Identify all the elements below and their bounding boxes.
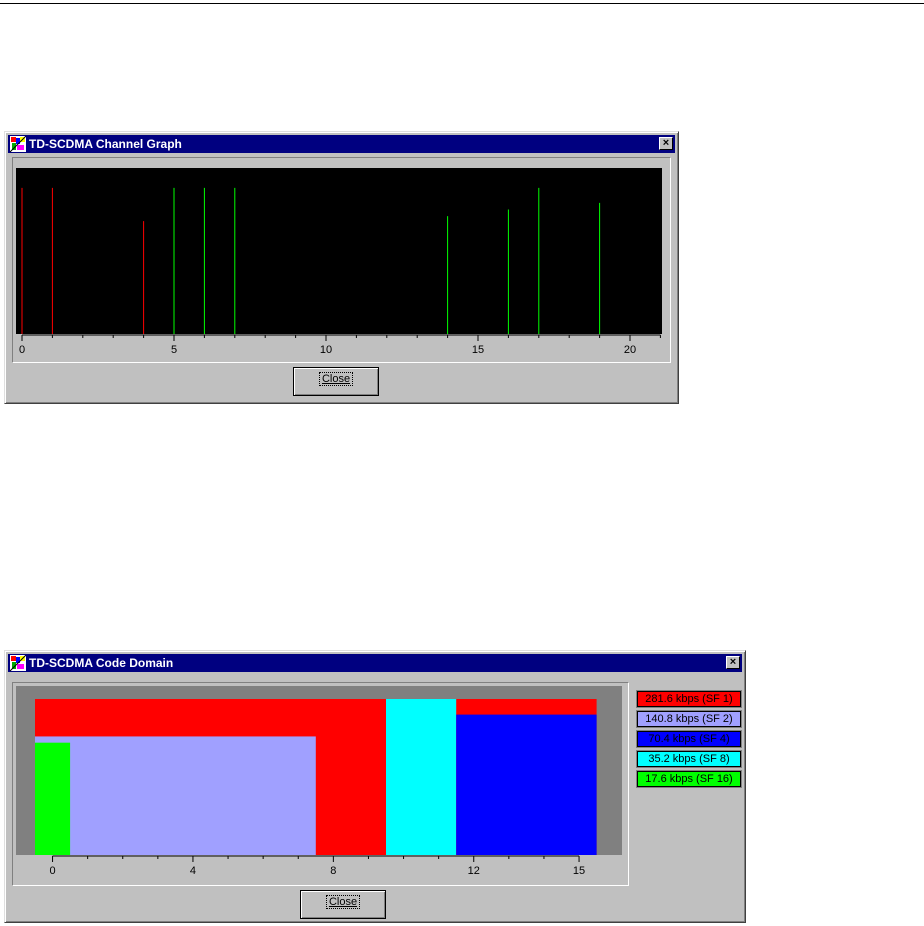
legend-item-sf2: 140.8 kbps (SF 2) — [636, 710, 742, 728]
x-tick-label: 12 — [468, 865, 480, 877]
page-top-rule — [0, 3, 924, 4]
code-block — [456, 714, 597, 855]
x-tick-label: 15 — [472, 344, 484, 356]
close-button[interactable]: Close — [300, 890, 386, 919]
code-domain-chart: 0 4 8 12 15 — [16, 686, 622, 877]
legend-item-sf16: 17.6 kbps (SF 16) — [636, 770, 742, 788]
x-tick-label: 4 — [190, 865, 196, 877]
channel-graph-chart: 0 5 10 15 20 — [16, 168, 662, 356]
window-title: TD-SCDMA Channel Graph — [29, 137, 182, 151]
code-block — [35, 736, 316, 855]
x-tick-label: 8 — [330, 865, 336, 877]
code-block — [386, 699, 457, 855]
close-button-label: Close — [325, 895, 361, 909]
code-block — [35, 742, 71, 855]
x-tick-label: 0 — [49, 865, 55, 877]
window-title: TD-SCDMA Code Domain — [29, 656, 174, 670]
app-icon — [10, 136, 26, 152]
legend: 281.6 kbps (SF 1) 140.8 kbps (SF 2) 70.4… — [636, 690, 743, 791]
close-icon[interactable]: × — [726, 656, 740, 669]
channel-graph-panel: 0 5 10 15 20 — [12, 157, 671, 363]
close-button-label: Close — [318, 372, 354, 386]
code-domain-titlebar[interactable]: TD-SCDMA Code Domain × — [8, 654, 742, 672]
x-tick-label: 20 — [624, 344, 636, 356]
close-button[interactable]: Close — [293, 367, 379, 396]
channel-graph-titlebar[interactable]: TD-SCDMA Channel Graph × — [8, 135, 675, 153]
legend-item-sf1: 281.6 kbps (SF 1) — [636, 690, 742, 708]
x-tick-label: 15 — [573, 865, 585, 877]
close-icon[interactable]: × — [659, 137, 673, 150]
code-domain-panel: 0 4 8 12 15 — [12, 682, 629, 886]
code-domain-window: TD-SCDMA Code Domain × 0 4 8 12 15 281.6 kbp… — [4, 650, 746, 923]
legend-item-sf8: 35.2 kbps (SF 8) — [636, 750, 742, 768]
x-tick-label: 0 — [19, 344, 25, 356]
app-icon — [10, 655, 26, 671]
x-tick-label: 10 — [320, 344, 332, 356]
channel-graph-window: TD-SCDMA Channel Graph × 0 5 10 15 20 Close — [4, 131, 679, 404]
plot-area — [16, 168, 662, 334]
legend-item-sf4: 70.4 kbps (SF 4) — [636, 730, 742, 748]
x-tick-label: 5 — [171, 344, 177, 356]
